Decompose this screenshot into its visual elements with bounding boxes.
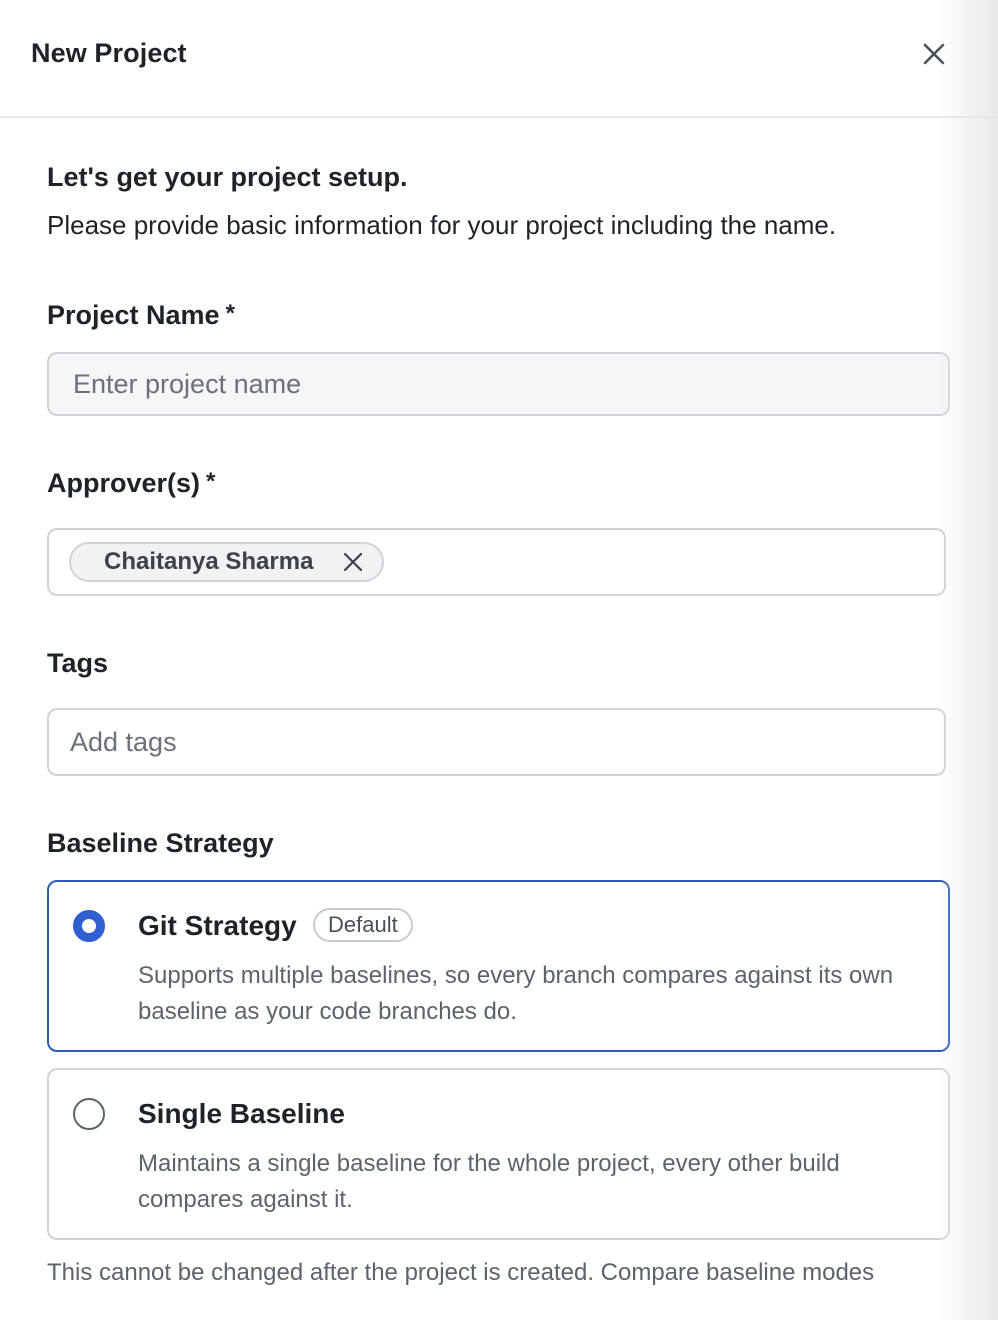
remove-approver-button[interactable]: [341, 550, 365, 574]
required-mark: *: [225, 300, 235, 327]
close-icon: [343, 552, 363, 572]
single-baseline-radio[interactable]: [73, 1098, 105, 1130]
approver-chip-label: Chaitanya Sharma: [104, 548, 314, 575]
single-baseline-title: Single Baseline: [138, 1098, 345, 1129]
single-baseline-option[interactable]: Single Baseline Maintains a single basel…: [47, 1068, 950, 1240]
approver-chip: Chaitanya Sharma: [69, 542, 384, 582]
project-name-input[interactable]: [47, 352, 950, 416]
approvers-label-text: Approver(s): [47, 468, 201, 498]
project-name-label: Project Name *: [47, 300, 235, 331]
new-project-panel: New Project Let's get your project setup…: [0, 0, 998, 1320]
approvers-label: Approver(s) *: [47, 468, 215, 499]
panel-header: New Project: [0, 0, 998, 118]
approvers-input[interactable]: Chaitanya Sharma: [47, 528, 946, 596]
intro-heading: Let's get your project setup.: [47, 162, 408, 192]
git-strategy-title: Git Strategy: [138, 910, 297, 941]
baseline-footer-note: This cannot be changed after the project…: [47, 1259, 875, 1286]
required-mark: *: [206, 468, 216, 495]
close-icon: [923, 43, 945, 65]
close-button[interactable]: [914, 34, 954, 74]
git-strategy-radio[interactable]: [73, 910, 105, 942]
panel-title: New Project: [31, 38, 187, 68]
baseline-strategy-label: Baseline Strategy: [47, 828, 274, 858]
project-name-label-text: Project Name: [47, 300, 220, 330]
tags-input[interactable]: [47, 708, 946, 776]
intro-text: Please provide basic information for you…: [47, 210, 837, 240]
git-strategy-option[interactable]: Git Strategy Default Supports multiple b…: [47, 880, 950, 1052]
tags-label: Tags: [47, 648, 109, 678]
default-badge: Default: [313, 908, 413, 942]
single-baseline-description: Maintains a single baseline for the whol…: [138, 1150, 840, 1213]
git-strategy-description: Supports multiple baselines, so every br…: [138, 962, 894, 1025]
